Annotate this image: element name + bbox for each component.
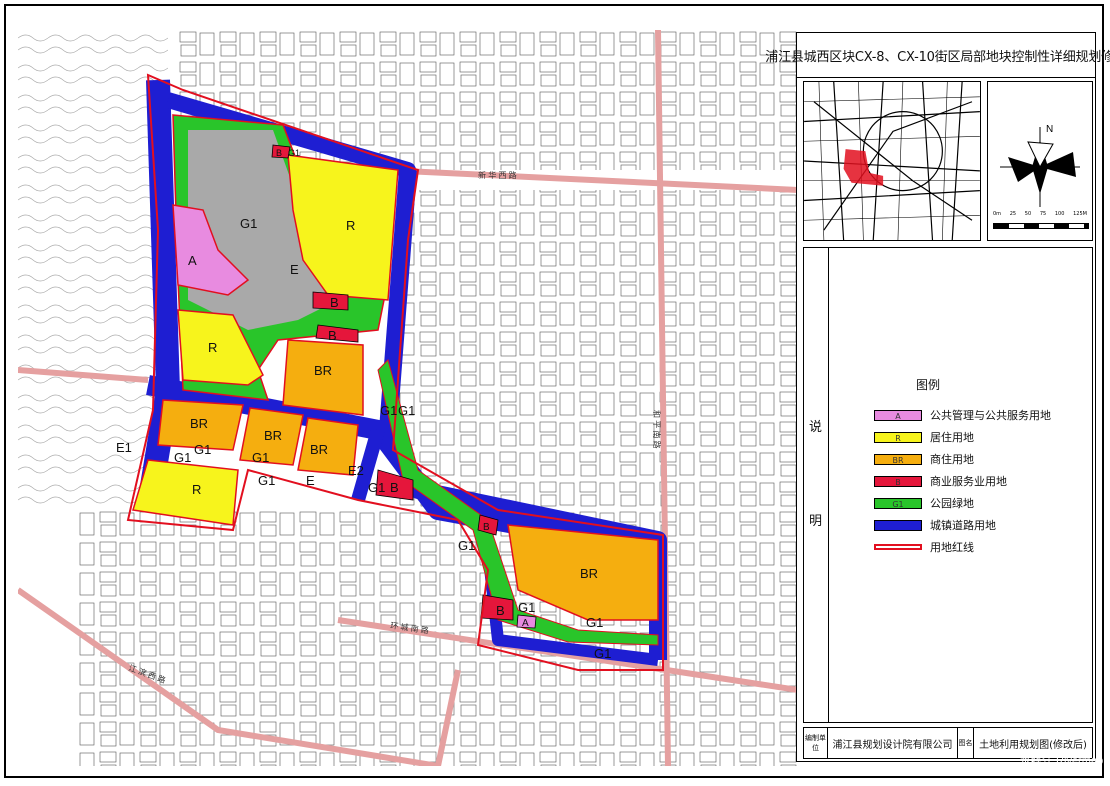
legend-label: 用地红线: [930, 541, 974, 554]
scale-tick: 125M: [1073, 211, 1087, 217]
label-r-west: R: [208, 340, 217, 355]
legend-swatch: [874, 519, 922, 531]
label-e2: E2: [348, 463, 364, 478]
label-e1: E1: [116, 440, 132, 455]
scale-tick: 50: [1024, 211, 1032, 217]
label-a-small: A: [522, 618, 529, 629]
legend-swatch: BR: [874, 453, 922, 465]
label-g1-h: G1: [518, 600, 535, 615]
legend-label: 居住用地: [930, 431, 974, 444]
legend-title: 图例: [916, 378, 941, 392]
land-use-map: G1 A R R BR BR BR BR G1 G1 G1 R G1 E1 E …: [18, 30, 798, 766]
title-box: 浦江县城西区块CX-8、CX-10街区局部地块控制性详细规划修改: [765, 33, 1110, 78]
scale-bar: 0m 25 50 75 100 125M: [993, 211, 1089, 233]
notes-label-1: 说: [809, 420, 823, 435]
label-g1-k: G1: [398, 403, 415, 418]
label-a-main: A: [188, 253, 197, 268]
legend-swatch: A: [874, 409, 922, 421]
label-g1-b: G1: [252, 450, 269, 465]
legend-swatch: [874, 544, 922, 550]
label-r-north: R: [346, 218, 355, 233]
label-r-south: R: [192, 482, 201, 497]
scale-tick: 100: [1054, 211, 1065, 217]
legend-item-a: A 公共管理与公共服务用地: [874, 408, 1051, 422]
label-br-3: BR: [310, 442, 328, 457]
road-label-east: 和 平 南 路: [652, 410, 662, 449]
location-inset-map: [803, 81, 981, 241]
label-br-big: BR: [580, 566, 598, 581]
legend-label: 公共管理与公共服务用地: [930, 409, 1051, 422]
plan-title: 浦江县城西区块CX-8、CX-10街区局部地块控制性详细规划修改: [765, 49, 1110, 65]
legend-label: 商业服务业用地: [930, 475, 1007, 488]
label-g1-d: G1: [258, 473, 275, 488]
label-g1-i: G1: [586, 615, 603, 630]
notes-label-2: 明: [809, 514, 823, 529]
road-label-north: 新 华 西 路: [478, 170, 517, 180]
legend-item-br: BR 商住用地: [874, 452, 974, 466]
legend-swatch: B: [874, 475, 922, 487]
scale-tick: 0m: [993, 211, 1002, 217]
label-g1-g: G1: [458, 538, 475, 553]
label-g1-park: G1: [240, 216, 257, 231]
notes-label-column: 说 明: [804, 248, 829, 722]
footer-unit: 浦江县规划设计院有限公司: [828, 728, 958, 758]
drawing-frame: G1 A R R BR BR BR BR G1 G1 G1 R G1 E1 E …: [4, 4, 1110, 778]
legend-label: 商住用地: [930, 453, 974, 466]
legend-item-r: R 居住用地: [874, 430, 974, 444]
label-b-top: B: [276, 148, 282, 158]
legend-item-b: B 商业服务业用地: [874, 474, 1007, 488]
legend-swatch: G1: [874, 497, 922, 509]
label-b-2: B: [328, 328, 337, 343]
notes-panel: 说 明 图例 A 公共管理与公共服务用地 R 居住用地 BR 商住用地 B 商业…: [803, 247, 1093, 723]
compass-box: N: [987, 81, 1093, 241]
label-br-1: BR: [190, 416, 208, 431]
label-e-2: E: [306, 473, 315, 488]
label-br-2: BR: [264, 428, 282, 443]
scale-tick: 25: [1009, 211, 1017, 217]
legend-item-road: 城镇道路用地: [874, 518, 996, 532]
label-g1-a: G1: [194, 442, 211, 457]
label-b-4: B: [483, 522, 490, 533]
hill-terrain: [18, 30, 168, 510]
footer-drawing-label: 图名: [958, 728, 974, 758]
label-b-3: B: [390, 480, 399, 495]
label-g1-f: G1: [368, 480, 385, 495]
title-block: 浦江县城西区块CX-8、CX-10街区局部地块控制性详细规划修改 N 0m 25…: [765, 32, 1110, 762]
label-br-center: BR: [314, 363, 332, 378]
legend-label: 城镇道路用地: [930, 519, 996, 532]
label-b-1: B: [330, 295, 339, 310]
legend-item-g1: G1 公园绿地: [874, 496, 974, 510]
scale-tick: 75: [1039, 211, 1047, 217]
label-g1-l: G1: [288, 148, 300, 158]
label-e-1: E: [290, 262, 299, 277]
footer-unit-label: 编制单位: [804, 728, 828, 758]
label-b-5: B: [496, 603, 505, 618]
urban-blocks-east: [398, 190, 798, 510]
label-g1-c: G1: [174, 450, 191, 465]
legend-swatch: R: [874, 431, 922, 443]
label-g1-e: G1: [380, 403, 397, 418]
label-g1-j: G1: [594, 646, 611, 661]
legend-item-redline: 用地红线: [874, 540, 974, 554]
watermark: 水经注 Rivermap: [1020, 755, 1104, 767]
north-label: N: [1046, 124, 1053, 135]
legend-label: 公园绿地: [930, 497, 974, 510]
